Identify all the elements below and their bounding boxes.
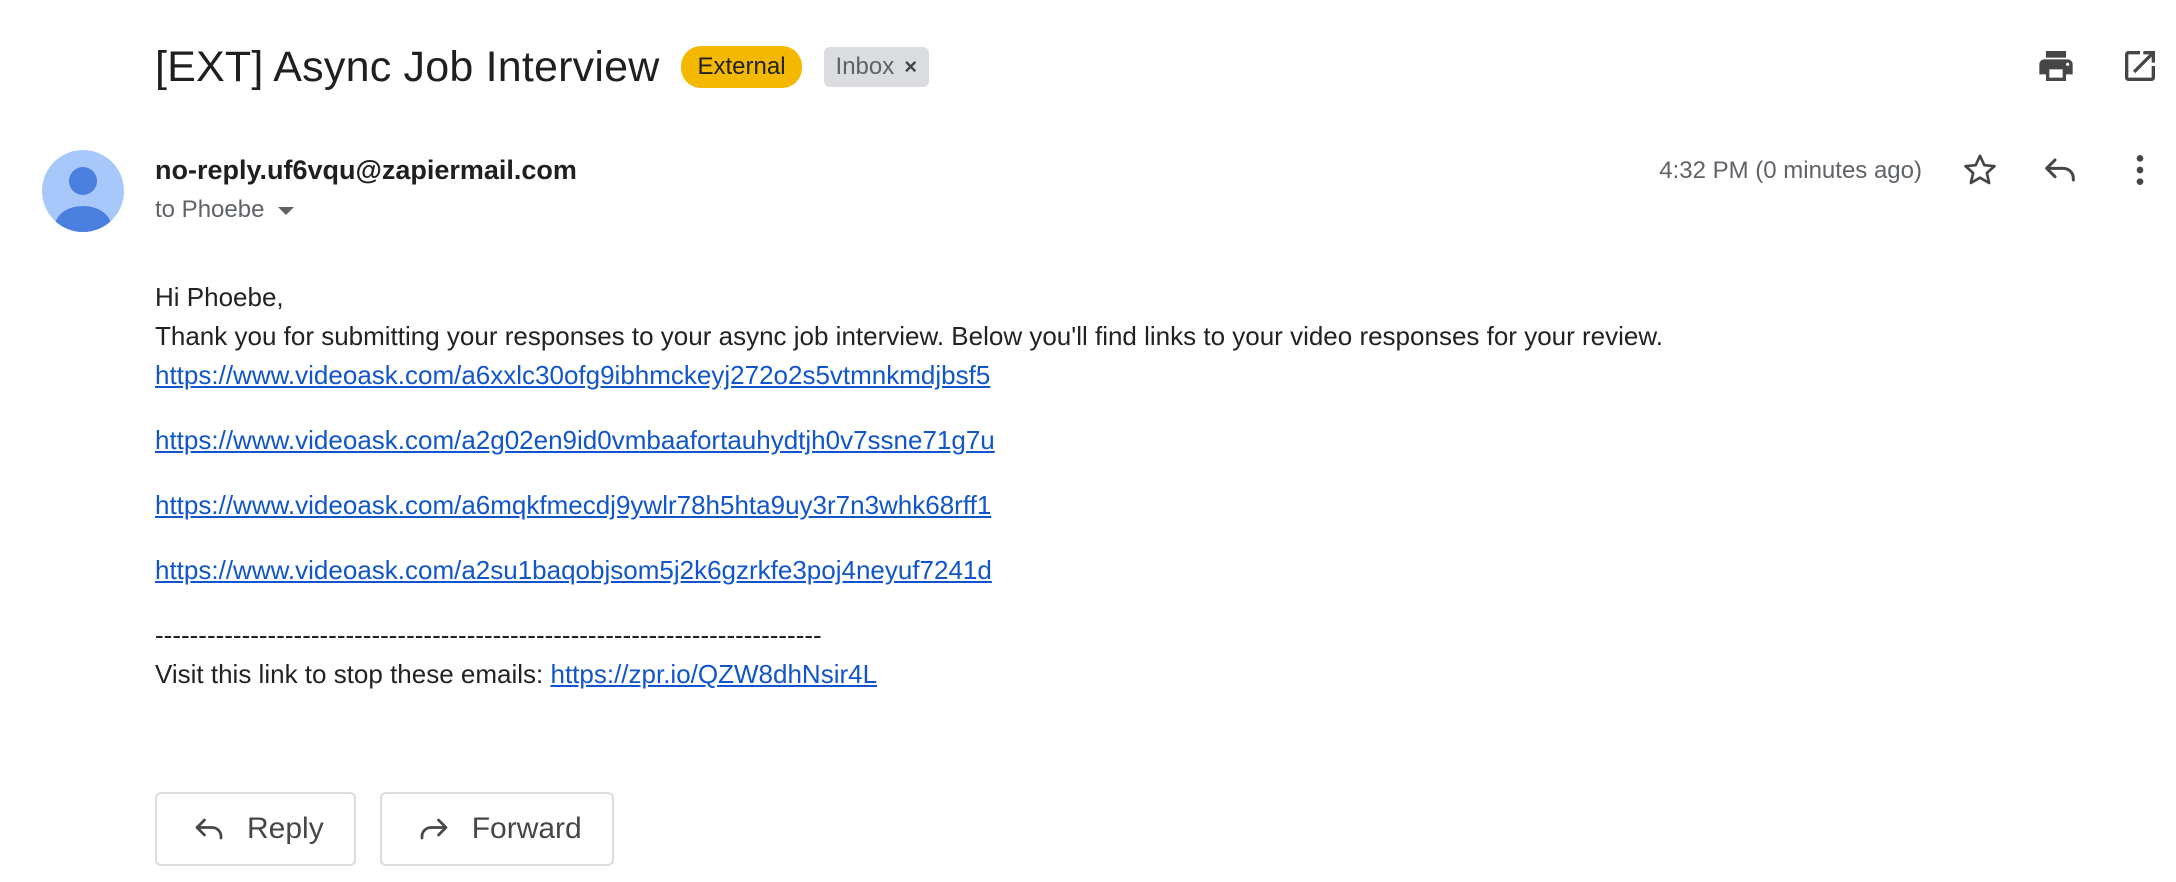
recipient-label: to Phoebe — [155, 196, 265, 223]
reply-button[interactable]: Reply — [155, 792, 356, 866]
print-button[interactable] — [2032, 42, 2080, 90]
video-link-3[interactable]: https://www.videoask.com/a6mqkfmecdj9ywl… — [155, 490, 991, 520]
reply-actions: Reply Forward — [155, 792, 614, 866]
sender-email[interactable]: no-reply.uf6vqu@zapiermail.com — [155, 155, 577, 186]
top-toolbar — [2032, 42, 2164, 90]
intro-text: Thank you for submitting your responses … — [155, 321, 1663, 351]
unsubscribe-link[interactable]: https://zpr.io/QZW8dhNsir4L — [550, 659, 877, 689]
inbox-label-text: Inbox — [835, 53, 895, 80]
forward-button[interactable]: Forward — [379, 792, 614, 866]
chevron-down-icon — [278, 207, 295, 215]
unsubscribe-line: Visit this link to stop these emails: ht… — [155, 655, 1663, 694]
video-link-1[interactable]: https://www.videoask.com/a6xxlc30ofg9ibh… — [155, 360, 990, 390]
open-in-new-window-button[interactable] — [2116, 42, 2164, 90]
message-actions — [1956, 146, 2164, 194]
greeting: Hi Phoebe, — [155, 282, 284, 312]
more-vert-icon — [2136, 155, 2144, 185]
star-icon — [1964, 154, 1996, 185]
recipient-details-toggle[interactable]: to Phoebe — [155, 196, 295, 224]
video-link-2[interactable]: https://www.videoask.com/a2g02en9id0vmba… — [155, 425, 995, 455]
divider-line: ----------------------------------------… — [155, 620, 822, 650]
message-timestamp: 4:32 PM (0 minutes ago) — [1659, 157, 1922, 184]
video-link-4[interactable]: https://www.videoask.com/a2su1baqobjsom5… — [155, 555, 992, 585]
inbox-label[interactable]: Inbox × — [823, 47, 930, 87]
external-label[interactable]: External — [681, 46, 802, 88]
message-body: Hi Phoebe, Thank you for submitting your… — [155, 278, 1663, 694]
reply-icon-button[interactable] — [2036, 146, 2084, 194]
forward-icon — [420, 818, 448, 840]
reply-icon — [195, 818, 223, 840]
print-icon — [2039, 51, 2073, 81]
email-subject: [EXT] Async Job Interview — [155, 42, 660, 91]
open-in-new-icon — [2125, 51, 2155, 81]
unsubscribe-text: Visit this link to stop these emails: — [155, 659, 551, 689]
reply-icon — [2045, 158, 2075, 182]
star-button[interactable] — [1956, 146, 2004, 194]
more-options-button[interactable] — [2116, 146, 2164, 194]
sender-avatar[interactable] — [42, 150, 124, 232]
forward-button-label: Forward — [471, 812, 582, 845]
remove-label-icon[interactable]: × — [904, 52, 917, 82]
subject-row: [EXT] Async Job Interview External Inbox… — [155, 38, 930, 96]
person-icon — [55, 167, 111, 232]
reply-button-label: Reply — [247, 812, 324, 845]
